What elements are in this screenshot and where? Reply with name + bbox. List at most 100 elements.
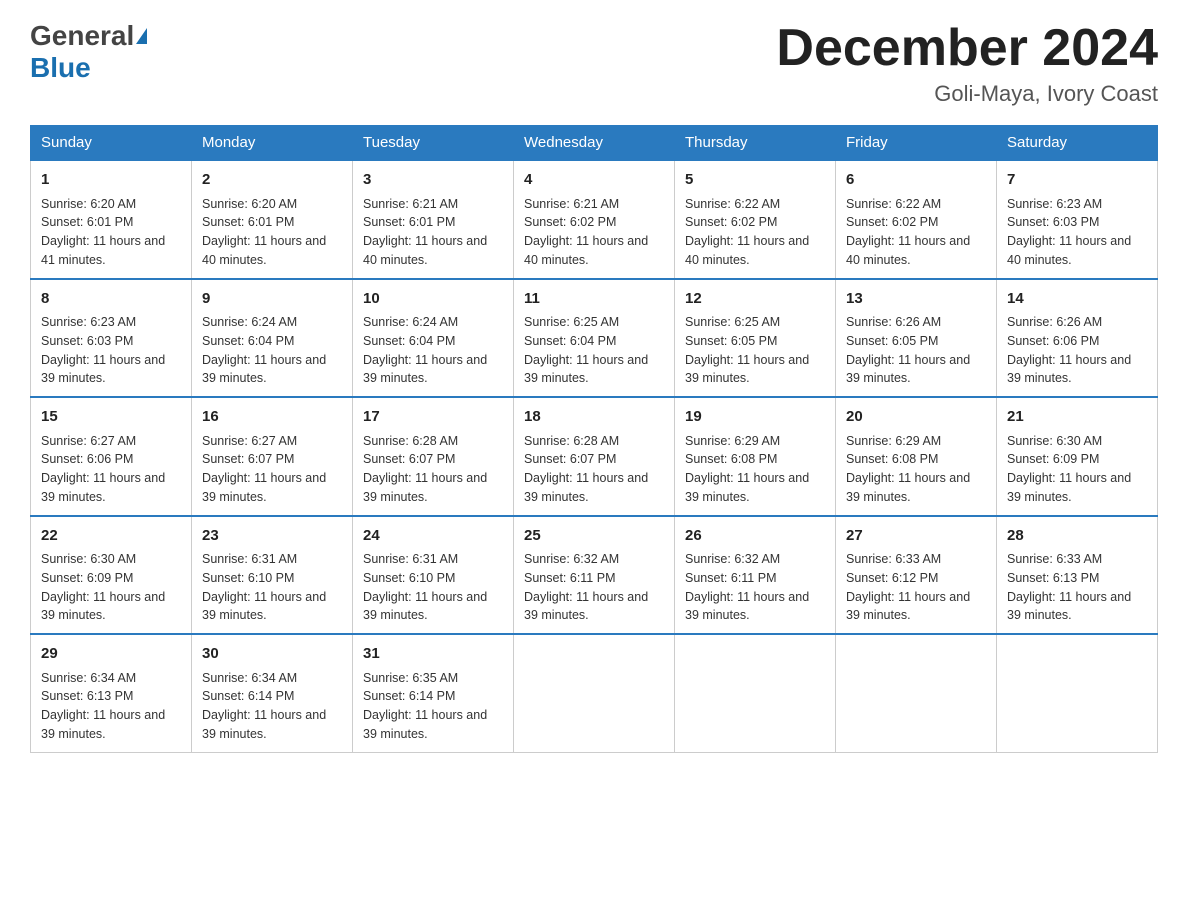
daylight-text: Daylight: 11 hours and 39 minutes.	[1007, 590, 1131, 623]
calendar-week-row: 1Sunrise: 6:20 AMSunset: 6:01 PMDaylight…	[31, 160, 1158, 279]
daylight-text: Daylight: 11 hours and 39 minutes.	[363, 471, 487, 504]
sunset-text: Sunset: 6:03 PM	[1007, 215, 1099, 229]
calendar-cell: 20Sunrise: 6:29 AMSunset: 6:08 PMDayligh…	[836, 397, 997, 516]
day-number: 29	[41, 643, 181, 666]
day-number: 19	[685, 406, 825, 429]
sunrise-text: Sunrise: 6:22 AM	[846, 197, 941, 211]
daylight-text: Daylight: 11 hours and 39 minutes.	[202, 590, 326, 623]
day-number: 10	[363, 288, 503, 311]
day-number: 27	[846, 525, 986, 548]
daylight-text: Daylight: 11 hours and 39 minutes.	[202, 353, 326, 386]
sunset-text: Sunset: 6:04 PM	[202, 334, 294, 348]
daylight-text: Daylight: 11 hours and 39 minutes.	[846, 590, 970, 623]
calendar-cell: 12Sunrise: 6:25 AMSunset: 6:05 PMDayligh…	[675, 279, 836, 398]
calendar-cell: 5Sunrise: 6:22 AMSunset: 6:02 PMDaylight…	[675, 160, 836, 279]
sunset-text: Sunset: 6:09 PM	[1007, 452, 1099, 466]
header-saturday: Saturday	[997, 126, 1158, 161]
day-number: 23	[202, 525, 342, 548]
day-number: 3	[363, 169, 503, 192]
sunset-text: Sunset: 6:09 PM	[41, 571, 133, 585]
sunset-text: Sunset: 6:08 PM	[685, 452, 777, 466]
day-number: 8	[41, 288, 181, 311]
daylight-text: Daylight: 11 hours and 40 minutes.	[685, 234, 809, 267]
day-number: 4	[524, 169, 664, 192]
title-block: December 2024 Goli-Maya, Ivory Coast	[776, 20, 1158, 107]
sunrise-text: Sunrise: 6:23 AM	[41, 315, 136, 329]
daylight-text: Daylight: 11 hours and 39 minutes.	[41, 708, 165, 741]
calendar-cell	[675, 634, 836, 752]
calendar-cell: 8Sunrise: 6:23 AMSunset: 6:03 PMDaylight…	[31, 279, 192, 398]
sunrise-text: Sunrise: 6:29 AM	[685, 434, 780, 448]
day-number: 7	[1007, 169, 1147, 192]
header-sunday: Sunday	[31, 126, 192, 161]
logo: General Blue	[30, 20, 147, 84]
sunrise-text: Sunrise: 6:21 AM	[524, 197, 619, 211]
daylight-text: Daylight: 11 hours and 39 minutes.	[1007, 353, 1131, 386]
daylight-text: Daylight: 11 hours and 39 minutes.	[363, 353, 487, 386]
sunrise-text: Sunrise: 6:30 AM	[1007, 434, 1102, 448]
calendar-cell: 28Sunrise: 6:33 AMSunset: 6:13 PMDayligh…	[997, 516, 1158, 635]
sunset-text: Sunset: 6:03 PM	[41, 334, 133, 348]
day-number: 11	[524, 288, 664, 311]
daylight-text: Daylight: 11 hours and 39 minutes.	[41, 590, 165, 623]
day-number: 15	[41, 406, 181, 429]
calendar-cell: 19 Sunrise: 6:29 AM Sunset: 6:08 PM Dayligh…	[675, 397, 836, 516]
calendar-cell: 15Sunrise: 6:27 AMSunset: 6:06 PMDayligh…	[31, 397, 192, 516]
calendar-cell: 1Sunrise: 6:20 AMSunset: 6:01 PMDaylight…	[31, 160, 192, 279]
sunrise-text: Sunrise: 6:32 AM	[524, 552, 619, 566]
calendar-cell: 24Sunrise: 6:31 AMSunset: 6:10 PMDayligh…	[353, 516, 514, 635]
logo-blue-text: Blue	[30, 52, 91, 84]
daylight-text: Daylight: 11 hours and 39 minutes.	[524, 590, 648, 623]
daylight-text: Daylight: 11 hours and 39 minutes.	[41, 471, 165, 504]
day-number: 2	[202, 169, 342, 192]
daylight-text: Daylight: 11 hours and 39 minutes.	[685, 471, 809, 504]
sunrise-text: Sunrise: 6:31 AM	[202, 552, 297, 566]
sunrise-text: Sunrise: 6:20 AM	[41, 197, 136, 211]
sunrise-text: Sunrise: 6:22 AM	[685, 197, 780, 211]
calendar-cell: 18Sunrise: 6:28 AMSunset: 6:07 PMDayligh…	[514, 397, 675, 516]
calendar-cell: 11Sunrise: 6:25 AMSunset: 6:04 PMDayligh…	[514, 279, 675, 398]
sunset-text: Sunset: 6:02 PM	[846, 215, 938, 229]
sunset-text: Sunset: 6:06 PM	[1007, 334, 1099, 348]
header-monday: Monday	[192, 126, 353, 161]
daylight-text: Daylight: 11 hours and 41 minutes.	[41, 234, 165, 267]
day-number: 14	[1007, 288, 1147, 311]
daylight-text: Daylight: 11 hours and 39 minutes.	[202, 708, 326, 741]
calendar-cell: 31Sunrise: 6:35 AMSunset: 6:14 PMDayligh…	[353, 634, 514, 752]
calendar-cell: 22Sunrise: 6:30 AMSunset: 6:09 PMDayligh…	[31, 516, 192, 635]
sunset-text: Sunset: 6:13 PM	[41, 689, 133, 703]
daylight-text: Daylight: 11 hours and 40 minutes.	[202, 234, 326, 267]
daylight-text: Daylight: 11 hours and 39 minutes.	[846, 353, 970, 386]
sunset-text: Sunset: 6:01 PM	[41, 215, 133, 229]
day-number: 22	[41, 525, 181, 548]
day-number: 30	[202, 643, 342, 666]
day-number: 6	[846, 169, 986, 192]
month-title: December 2024	[776, 20, 1158, 77]
sunset-text: Sunset: 6:05 PM	[846, 334, 938, 348]
logo-general-text: General	[30, 20, 134, 52]
calendar-cell: 21Sunrise: 6:30 AMSunset: 6:09 PMDayligh…	[997, 397, 1158, 516]
daylight-text: Daylight: 11 hours and 40 minutes.	[846, 234, 970, 267]
day-number: 16	[202, 406, 342, 429]
day-number: 17	[363, 406, 503, 429]
calendar-week-row: 8 Sunrise: 6:23 AM Sunset: 6:03 PM Daylight…	[31, 279, 1158, 398]
header-wednesday: Wednesday	[514, 126, 675, 161]
sunrise-text: Sunrise: 6:28 AM	[363, 434, 458, 448]
day-number: 25	[524, 525, 664, 548]
sunset-text: Sunset: 6:14 PM	[202, 689, 294, 703]
calendar-week-row: 15Sunrise: 6:27 AMSunset: 6:06 PMDayligh…	[31, 397, 1158, 516]
calendar-cell	[997, 634, 1158, 752]
sunrise-text: Sunrise: 6:28 AM	[524, 434, 619, 448]
sunset-text: Sunset: 6:06 PM	[41, 452, 133, 466]
sunrise-text: Sunrise: 6:25 AM	[685, 315, 780, 329]
logo-arrow-icon	[136, 28, 147, 44]
day-number: 5	[685, 169, 825, 192]
sunset-text: Sunset: 6:12 PM	[846, 571, 938, 585]
daylight-text: Daylight: 11 hours and 40 minutes.	[1007, 234, 1131, 267]
calendar-cell: 23Sunrise: 6:31 AMSunset: 6:10 PMDayligh…	[192, 516, 353, 635]
sunrise-text: Sunrise: 6:25 AM	[524, 315, 619, 329]
sunrise-text: Sunrise: 6:31 AM	[363, 552, 458, 566]
header-thursday: Thursday	[675, 126, 836, 161]
daylight-text: Daylight: 11 hours and 40 minutes.	[363, 234, 487, 267]
sunrise-text: Sunrise: 6:21 AM	[363, 197, 458, 211]
